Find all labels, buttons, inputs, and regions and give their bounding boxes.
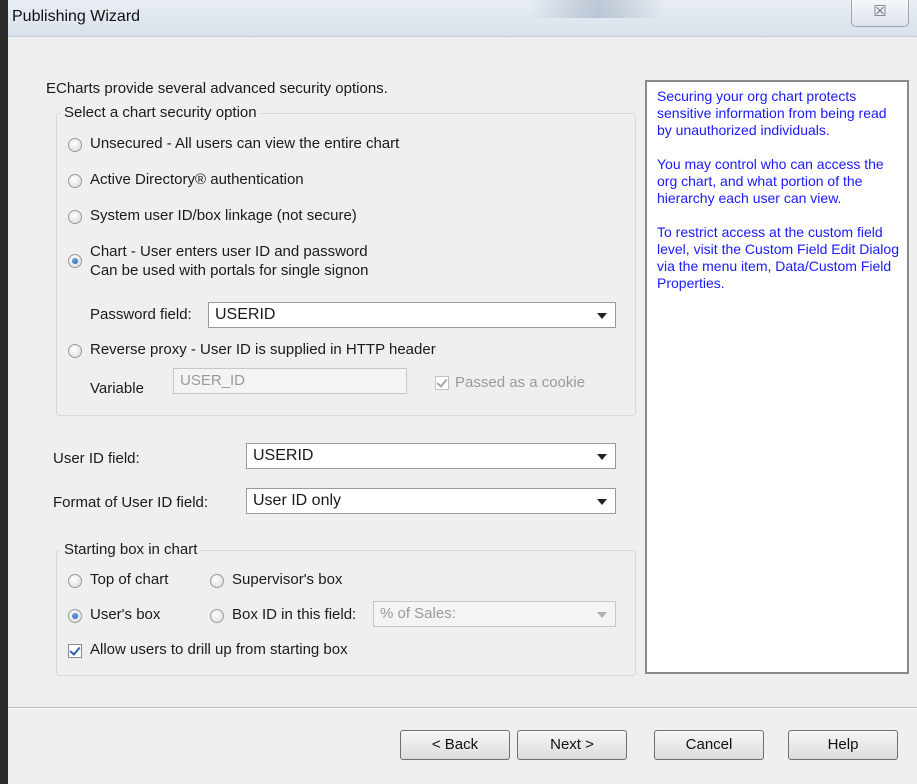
password-field-label: Password field: (90, 306, 192, 323)
box-id-field-value: % of Sales: (380, 605, 456, 622)
radio-chart-login-sublabel: Can be used with portals for single sign… (90, 262, 369, 279)
password-field-value: USERID (215, 306, 276, 323)
window-title: Publishing Wizard (12, 8, 141, 25)
footer-divider (8, 707, 917, 709)
radio-box-id-field-label: Box ID in this field: (232, 606, 357, 623)
close-icon: ☒ (873, 3, 887, 20)
radio-reverse-proxy[interactable] (68, 344, 82, 358)
chevron-down-icon (597, 612, 607, 618)
publishing-wizard-window: Publishing Wizard ☒ ECharts provide seve… (8, 0, 917, 784)
close-button[interactable]: ☒ (851, 0, 909, 27)
starting-box-group-label: Starting box in chart (61, 541, 201, 558)
radio-supervisors-box[interactable] (210, 574, 224, 588)
chevron-down-icon (597, 499, 607, 505)
box-id-field-select[interactable]: % of Sales: (373, 601, 616, 627)
help-paragraph: You may control who can access the org c… (657, 156, 884, 206)
format-field-value: User ID only (253, 492, 342, 509)
radio-active-directory[interactable] (68, 174, 82, 188)
format-field-label: Format of User ID field: (53, 494, 209, 511)
radio-users-box-label: User's box (90, 606, 161, 623)
intro-text: ECharts provide several advanced securit… (46, 80, 388, 97)
user-id-field-select[interactable]: USERID (246, 443, 616, 469)
security-group-label: Select a chart security option (61, 104, 260, 121)
radio-active-directory-label: Active Directory® authentication (90, 171, 304, 188)
format-field-select[interactable]: User ID only (246, 488, 616, 514)
radio-system-linkage[interactable] (68, 210, 82, 224)
radio-users-box[interactable] (68, 609, 82, 623)
variable-value: USER_ID (180, 372, 246, 389)
radio-chart-login[interactable] (68, 254, 82, 268)
radio-reverse-proxy-label: Reverse proxy - User ID is supplied in H… (90, 341, 436, 358)
passed-as-cookie-label: Passed as a cookie (455, 374, 586, 391)
radio-system-linkage-label: System user ID/box linkage (not secure) (90, 207, 357, 224)
passed-as-cookie-checkbox[interactable] (435, 376, 449, 390)
radio-top-of-chart[interactable] (68, 574, 82, 588)
radio-box-id-field[interactable] (210, 609, 224, 623)
title-bar: Publishing Wizard ☒ (8, 0, 917, 37)
back-button[interactable]: < Back (400, 730, 510, 760)
allow-drill-up-checkbox[interactable] (68, 644, 82, 658)
allow-drill-up-label: Allow users to drill up from starting bo… (90, 641, 348, 658)
help-paragraph: Securing your org chart protects sensiti… (657, 88, 887, 138)
radio-chart-login-label: Chart - User enters user ID and password (90, 243, 368, 260)
chevron-down-icon (597, 313, 607, 319)
user-id-field-value: USERID (253, 447, 314, 464)
user-id-field-label: User ID field: (53, 450, 140, 467)
radio-supervisors-box-label: Supervisor's box (232, 571, 343, 588)
help-button[interactable]: Help (788, 730, 898, 760)
variable-input[interactable]: USER_ID (173, 368, 407, 394)
radio-top-of-chart-label: Top of chart (90, 571, 169, 588)
background-window-glimpse (528, 0, 668, 18)
cancel-button[interactable]: Cancel (654, 730, 764, 760)
chevron-down-icon (597, 454, 607, 460)
help-panel: Securing your org chart protects sensiti… (645, 80, 909, 674)
help-paragraph: To restrict access at the custom field l… (657, 224, 899, 291)
next-button[interactable]: Next > (517, 730, 627, 760)
password-field-select[interactable]: USERID (208, 302, 616, 328)
variable-label: Variable (90, 380, 144, 397)
radio-unsecured[interactable] (68, 138, 82, 152)
radio-unsecured-label: Unsecured - All users can view the entir… (90, 135, 400, 152)
